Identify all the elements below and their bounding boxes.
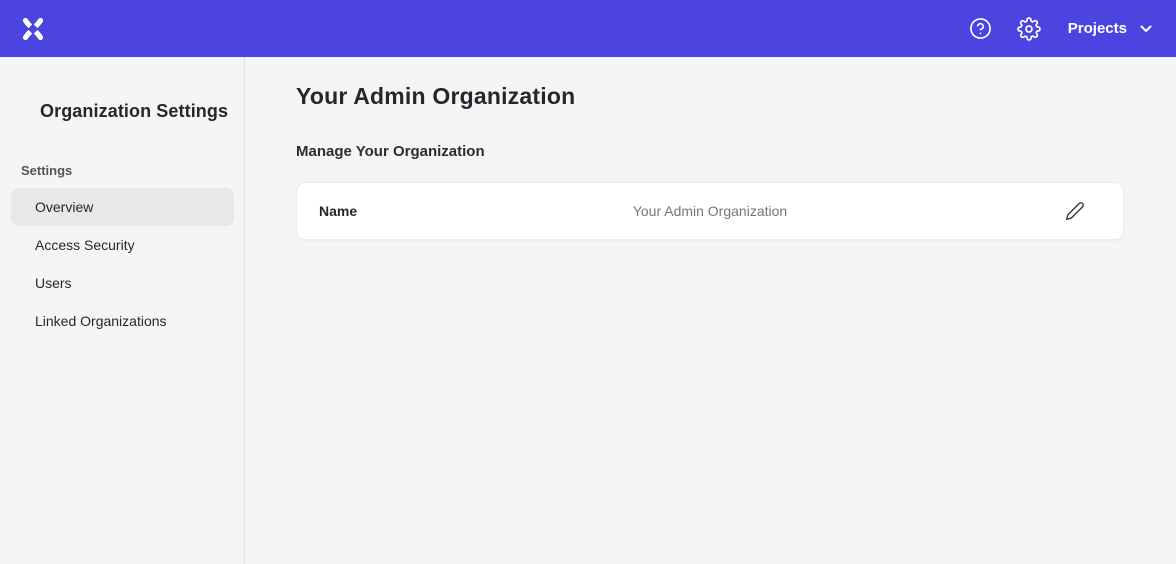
pencil-edit-icon: [1065, 201, 1085, 221]
topbar-actions: Projects: [962, 10, 1152, 48]
projects-dropdown[interactable]: Projects: [1068, 20, 1152, 37]
organization-name-card: Name Your Admin Organization: [296, 182, 1124, 240]
chevron-down-icon: [1140, 25, 1152, 33]
sidebar-item-label: Linked Organizations: [35, 313, 167, 329]
settings-button[interactable]: [1010, 10, 1048, 48]
app-logo[interactable]: [20, 16, 46, 42]
sidebar-item-users[interactable]: Users: [11, 264, 234, 302]
help-button[interactable]: [962, 10, 1000, 48]
x-logo-icon: [20, 16, 46, 42]
sidebar-section-label: Settings: [21, 163, 244, 178]
sidebar-item-label: Access Security: [35, 237, 135, 253]
section-title: Manage Your Organization: [296, 143, 1124, 160]
sidebar-item-overview[interactable]: Overview: [11, 188, 234, 226]
settings-sidebar: Organization Settings Settings Overview …: [0, 57, 245, 564]
sidebar-item-linked-organizations[interactable]: Linked Organizations: [11, 302, 234, 340]
sidebar-nav: Overview Access Security Users Linked Or…: [0, 188, 244, 340]
help-circle-icon: [969, 17, 992, 40]
gear-icon: [1017, 17, 1041, 41]
top-navigation-bar: Projects: [0, 0, 1176, 57]
main-content: Your Admin Organization Manage Your Orga…: [245, 57, 1176, 564]
projects-dropdown-label: Projects: [1068, 20, 1127, 37]
content-shell: Organization Settings Settings Overview …: [0, 57, 1176, 564]
edit-name-button[interactable]: [1057, 193, 1093, 229]
name-field-label: Name: [319, 203, 357, 219]
sidebar-title: Organization Settings: [40, 101, 244, 122]
organization-name-value: Your Admin Organization: [633, 203, 787, 219]
page-title: Your Admin Organization: [296, 83, 1124, 110]
sidebar-item-label: Overview: [35, 199, 93, 215]
sidebar-item-label: Users: [35, 275, 72, 291]
sidebar-item-access-security[interactable]: Access Security: [11, 226, 234, 264]
